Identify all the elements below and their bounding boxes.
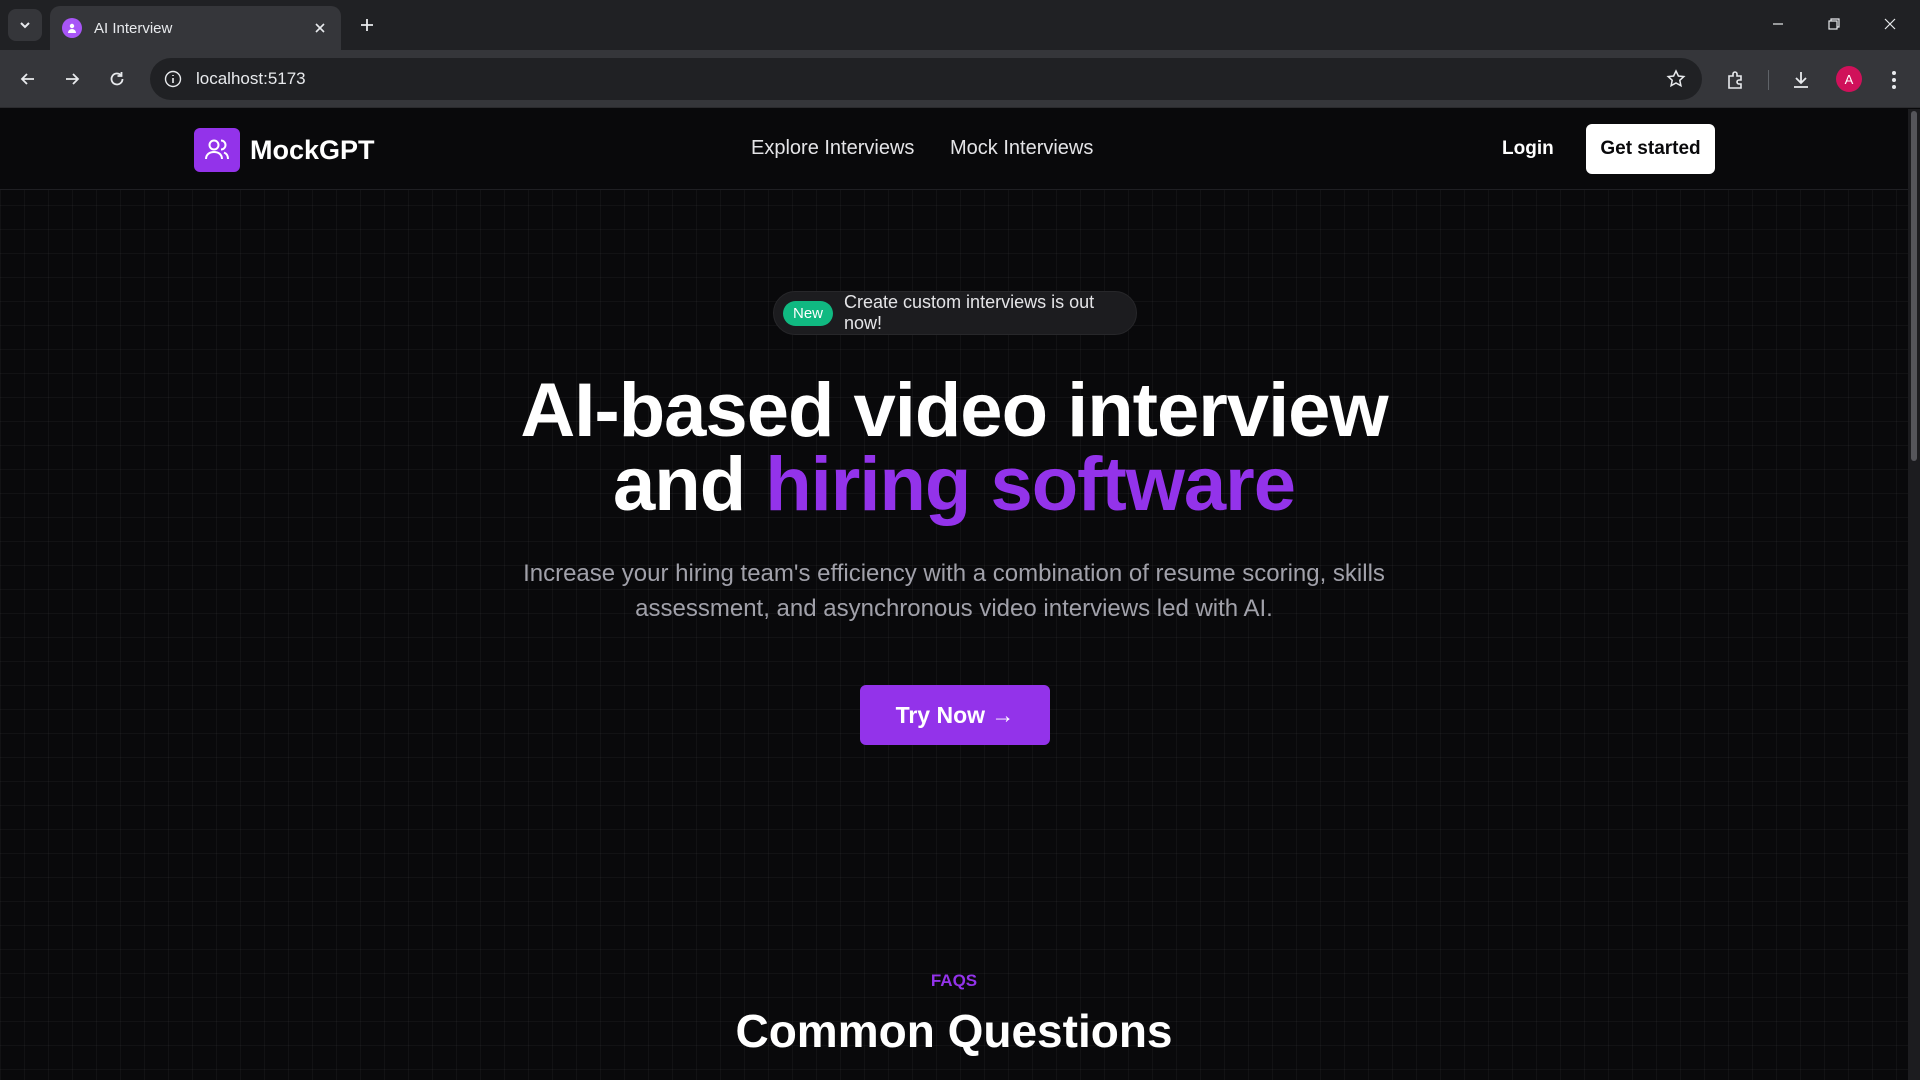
tab-search-button[interactable] — [8, 9, 42, 41]
app-favicon-icon — [62, 18, 82, 38]
site-navbar: MockGPT Explore Interviews Mock Intervie… — [0, 109, 1908, 190]
forward-button[interactable] — [55, 62, 89, 96]
bookmark-star-icon[interactable] — [1664, 67, 1688, 91]
menu-kebab-icon[interactable] — [1880, 66, 1908, 94]
tab-close-icon[interactable] — [309, 17, 331, 39]
nav-link-mock-interviews[interactable]: Mock Interviews — [950, 137, 1093, 160]
new-badge: New — [783, 300, 834, 326]
close-window-button[interactable] — [1862, 0, 1918, 48]
faq-section-title: Common Questions — [735, 1005, 1173, 1057]
minimize-button[interactable] — [1750, 0, 1806, 48]
login-link[interactable]: Login — [1502, 138, 1554, 160]
plus-icon — [361, 19, 373, 31]
download-icon[interactable] — [1787, 66, 1815, 94]
extensions-icon[interactable] — [1722, 66, 1750, 94]
arrow-left-icon — [20, 73, 34, 85]
brand-logo[interactable]: MockGPT — [194, 128, 375, 172]
hero-title-line1: AI-based video interview — [520, 368, 1388, 453]
restore-icon — [1828, 18, 1840, 30]
new-tab-button[interactable] — [352, 10, 382, 40]
back-button[interactable] — [11, 62, 45, 96]
hero-title-accent: hiring software — [765, 442, 1296, 527]
url-text: localhost:5173 — [196, 69, 306, 88]
try-now-button[interactable]: Try Now → — [860, 685, 1050, 745]
page-content: MockGPT Explore Interviews Mock Intervie… — [0, 109, 1908, 1080]
announcement-pill[interactable]: New Create custom interviews is out now! — [773, 291, 1137, 335]
hero-subtitle: Increase your hiring team's efficiency w… — [523, 560, 1385, 622]
site-info-icon[interactable] — [160, 66, 186, 92]
reload-icon — [110, 72, 124, 86]
browser-toolbar: localhost:5173 — [0, 50, 1920, 108]
chevron-down-icon — [20, 22, 30, 29]
page-scrollbar[interactable] — [1908, 109, 1920, 1080]
hero-title-line2-plain: and — [613, 442, 766, 527]
browser-tabstrip: AI Interview — [0, 0, 1920, 50]
toolbar-divider — [1768, 70, 1769, 90]
brand-name: MockGPT — [250, 134, 375, 165]
arrow-right-icon — [66, 73, 80, 85]
get-started-button[interactable]: Get started — [1586, 124, 1715, 174]
users-icon — [194, 128, 240, 172]
restore-button[interactable] — [1806, 0, 1862, 48]
nav-link-explore-interviews[interactable]: Explore Interviews — [751, 137, 914, 160]
minimize-icon — [1773, 23, 1783, 25]
address-bar[interactable]: localhost:5173 — [150, 58, 1702, 100]
tab-title: AI Interview — [94, 19, 173, 37]
hero-title: AI-based video interview and hiring soft… — [0, 373, 1908, 523]
reload-button[interactable] — [100, 62, 134, 96]
announcement-text: Create custom interviews is out now! — [844, 292, 1095, 333]
close-icon — [1884, 18, 1896, 30]
faq-section-label: FAQS — [930, 971, 978, 990]
scrollbar-thumb[interactable] — [1911, 111, 1917, 461]
browser-tab[interactable]: AI Interview — [50, 6, 341, 50]
profile-avatar[interactable]: A — [1836, 66, 1862, 92]
